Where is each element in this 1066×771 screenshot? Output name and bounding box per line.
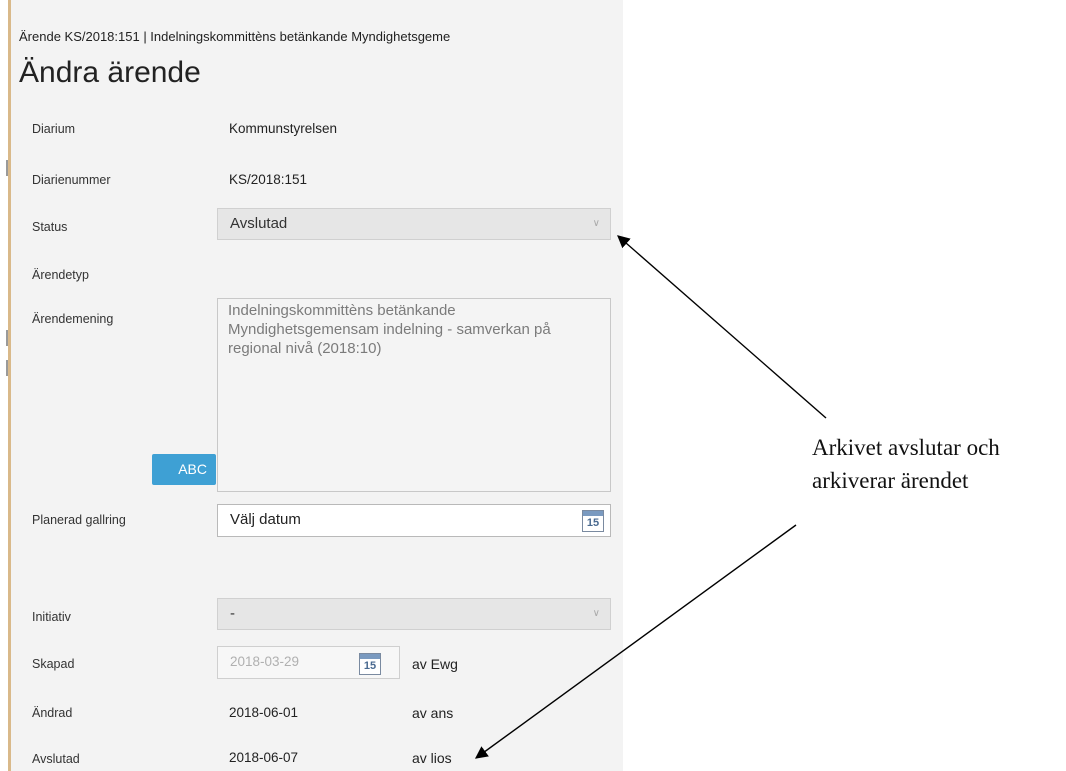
calendar-icon-day: 15 (363, 660, 377, 672)
initiativ-label: Initiativ (32, 610, 71, 624)
chevron-down-icon: ∨ (592, 608, 600, 619)
calendar-icon-header (360, 654, 380, 659)
status-select[interactable]: Avslutad ∨ (217, 208, 611, 240)
skapad-by: av Ewg (412, 656, 458, 672)
window-title: Ärende KS/2018:151 | Indelningskommittèn… (19, 29, 451, 44)
skapad-label: Skapad (32, 657, 75, 671)
calendar-icon[interactable]: 15 (582, 510, 604, 532)
annotation-line-1: Arkivet avslutar och (812, 435, 1000, 460)
diarienummer-label: Diarienummer (32, 173, 111, 187)
initiativ-select[interactable]: - ∨ (217, 598, 611, 630)
planerad-gallring-date-input[interactable]: Välj datum 15 (217, 504, 611, 537)
status-select-value: Avslutad (230, 215, 288, 232)
avslutad-label: Avslutad (32, 752, 80, 766)
avslutad-by: av lios (412, 750, 452, 766)
skapad-date-value: 2018-03-29 (230, 654, 300, 669)
spellcheck-button[interactable]: ABC (152, 454, 216, 485)
diarium-value: Kommunstyrelsen (229, 121, 338, 136)
calendar-icon-header (583, 511, 603, 516)
edge-tick (6, 160, 8, 176)
edge-tick (6, 330, 8, 346)
arendemening-label: Ärendemening (32, 312, 114, 326)
arendemening-textarea[interactable]: Indelningskommittèns betänkande Myndighe… (217, 298, 611, 492)
edge-tick (6, 360, 8, 376)
arrow-to-status (617, 235, 827, 419)
initiativ-select-value: - (230, 605, 235, 622)
date-placeholder: Välj datum (230, 511, 301, 528)
calendar-icon: 15 (359, 653, 381, 675)
annotation-line-2: arkiverar ärendet (812, 468, 969, 493)
chevron-down-icon: ∨ (592, 218, 600, 229)
status-label: Status (32, 220, 68, 234)
calendar-icon-day: 15 (586, 517, 600, 529)
planerad-gallring-label: Planerad gallring (32, 513, 126, 527)
diarienummer-value: KS/2018:151 (229, 172, 308, 187)
skapad-date-input: 2018-03-29 15 (217, 646, 400, 679)
annotation-text: Arkivet avslutar och arkiverar ärendet (812, 431, 1000, 497)
andrad-by: av ans (412, 705, 454, 721)
andrad-label: Ändrad (32, 706, 73, 720)
andrad-date: 2018-06-01 (229, 705, 299, 720)
avslutad-date: 2018-06-07 (229, 750, 299, 765)
diarium-label: Diarium (32, 122, 76, 136)
page-title: Ändra ärende (19, 56, 201, 89)
arendetyp-label: Ärendetyp (32, 268, 89, 282)
